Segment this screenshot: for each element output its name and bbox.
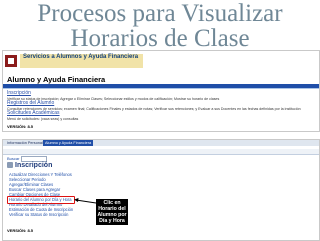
menu-description: Menú de solicitudes: (vaca seas) y consu… <box>7 116 79 121</box>
student-menu-list: Inscripción Verificar su status de inscr… <box>7 90 315 121</box>
callout-line: Día y Hora <box>99 218 125 225</box>
student-menu-screenshot: Servicios a Alumnos y Ayuda Financiera A… <box>2 50 320 132</box>
version-label: VERSIÓN: 8.5 <box>7 124 34 129</box>
header-band-divider <box>3 88 319 89</box>
page-title: Alumno y Ayuda Financiera <box>7 75 106 84</box>
registration-menu-screenshot: Información Personal Alumno y Ayuda Fina… <box>2 139 320 241</box>
banner-logo-icon <box>5 55 17 67</box>
slide-title-line-2: Horarios de Clase <box>70 25 250 52</box>
banner-text: Servicios a Alumnos y Ayuda Financiera <box>20 54 143 68</box>
callout-arrow <box>74 198 97 204</box>
services-banner: Servicios a Alumnos y Ayuda Financiera <box>5 53 143 69</box>
slide-title-line-1: Procesos para Visualizar <box>37 0 283 27</box>
callout-box: Clic en Horario del Alumno por Día y Hor… <box>96 199 128 226</box>
